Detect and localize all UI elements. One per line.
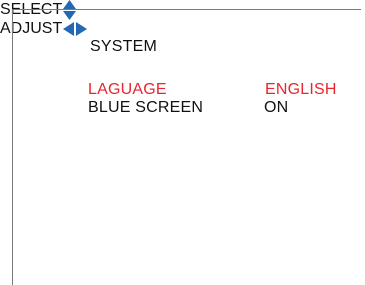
osd-menu-panel: SYSTEM LAGUAGE ENGLISH BLUE SCREEN ON SE… xyxy=(0,0,365,285)
blue-screen-item-label[interactable]: BLUE SCREEN xyxy=(88,99,203,117)
frame-top-border xyxy=(12,9,361,10)
language-item-label[interactable]: LAGUAGE xyxy=(88,81,167,99)
left-right-arrow-icon xyxy=(63,22,88,36)
select-hint-label: SELECT xyxy=(0,1,63,18)
language-item-value[interactable]: ENGLISH xyxy=(265,81,337,99)
blue-screen-item-value[interactable]: ON xyxy=(264,99,288,117)
select-hint: SELECT xyxy=(0,0,365,20)
adjust-hint: ADJUST xyxy=(0,20,365,38)
up-down-arrow-icon xyxy=(63,0,77,20)
menu-title: SYSTEM xyxy=(90,38,157,55)
adjust-hint-label: ADJUST xyxy=(0,20,63,37)
frame-left-border xyxy=(12,9,13,285)
